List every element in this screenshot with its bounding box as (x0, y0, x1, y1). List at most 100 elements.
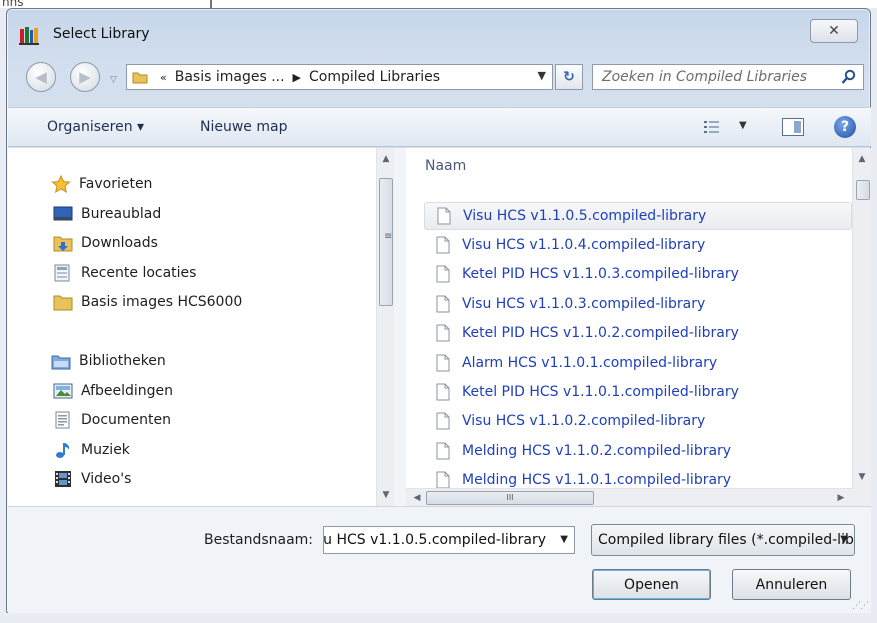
file-row[interactable]: Melding HCS v1.1.0.2.compiled-library (424, 437, 852, 465)
search-icon[interactable] (841, 69, 857, 85)
file-row[interactable]: Ketel PID HCS v1.1.0.2.compiled-library (424, 319, 852, 347)
refresh-icon: ↻ (563, 69, 575, 85)
nav-item-documents[interactable]: Documenten (53, 409, 171, 431)
nav-item-music[interactable]: Muziek (53, 439, 130, 461)
open-button[interactable]: Openen (592, 569, 711, 600)
nav-item-label: Downloads (81, 235, 158, 251)
file-name: Visu HCS v1.1.0.5.compiled-library (463, 208, 707, 224)
navigation-scrollbar[interactable]: ▲ ≡ ▼ (376, 148, 394, 506)
forward-button[interactable]: ▶ (70, 62, 100, 92)
file-name: Melding HCS v1.1.0.1.compiled-library (462, 472, 732, 488)
view-options-icon[interactable] (703, 119, 721, 135)
nav-item-label: Recente locaties (81, 265, 197, 281)
scroll-up-arrow-icon[interactable]: ▲ (377, 150, 395, 168)
scroll-down-arrow-icon[interactable]: ▼ (377, 486, 395, 504)
filename-input[interactable]: Visu HCS v1.1.0.5.compiled-library (324, 532, 546, 548)
file-row[interactable]: Visu HCS v1.1.0.3.compiled-library (424, 290, 852, 318)
nav-item-videos[interactable]: Video's (53, 468, 131, 490)
star-icon (51, 175, 71, 193)
file-row[interactable]: Visu HCS v1.1.0.2.compiled-library (424, 407, 852, 435)
file-name: Visu HCS v1.1.0.3.compiled-library (462, 296, 706, 312)
scroll-up-arrow-icon[interactable]: ▲ (853, 150, 871, 168)
scroll-left-arrow-icon[interactable]: ◀ (408, 489, 426, 507)
file-type-value: Compiled library files (*.compiled-libra… (598, 532, 854, 548)
file-row[interactable]: Visu HCS v1.1.0.5.compiled-library (424, 202, 852, 230)
nav-item-label: Video's (81, 471, 132, 487)
cancel-button[interactable]: Annuleren (732, 569, 851, 600)
breadcrumb-compiled-libraries[interactable]: Compiled Libraries (309, 69, 440, 85)
file-name: Melding HCS v1.1.0.2.compiled-library (462, 443, 732, 459)
nav-libraries[interactable]: Bibliotheken (51, 350, 166, 372)
address-dropdown-icon[interactable]: ▼ (538, 69, 546, 82)
command-bar: Organiseren ▾ Nieuwe map ▼ ? (8, 107, 871, 147)
file-icon (436, 354, 450, 372)
file-list-horizontal-scrollbar[interactable]: ◀ III ▶ (406, 488, 852, 506)
documents-icon (55, 411, 70, 429)
file-icon (436, 265, 450, 283)
resize-grip-icon[interactable]: ⋰⋰ (852, 601, 869, 611)
refresh-button[interactable]: ↻ (555, 64, 583, 90)
file-name: Alarm HCS v1.1.0.1.compiled-library (462, 355, 718, 371)
film-strip-icon (55, 471, 71, 487)
nav-favorites-label: Favorieten (79, 176, 153, 192)
folder-icon (132, 72, 148, 84)
pictures-icon (53, 383, 73, 399)
search-input[interactable]: Zoeken in Compiled Libraries (602, 69, 807, 85)
file-icon (437, 207, 451, 225)
preview-pane-icon[interactable] (782, 118, 804, 136)
nav-libraries-label: Bibliotheken (79, 353, 166, 369)
horizontal-scroll-thumb[interactable]: III (426, 491, 594, 505)
close-button[interactable]: ✕ (810, 19, 858, 43)
nav-item-basis-images[interactable]: Basis images HCS6000 (53, 291, 242, 313)
file-row[interactable]: Melding HCS v1.1.0.1.compiled-library (424, 466, 852, 488)
file-row[interactable]: Ketel PID HCS v1.1.0.3.compiled-library (424, 260, 852, 288)
breadcrumb-separator-icon[interactable]: ▶ (293, 71, 301, 84)
nav-item-label: Basis images HCS6000 (81, 294, 243, 310)
nav-item-recent-places[interactable]: Recente locaties (53, 262, 196, 284)
scroll-right-arrow-icon[interactable]: ▶ (832, 489, 850, 507)
grip-icon: ≡ (384, 231, 393, 242)
filename-label: Bestandsnaam: (204, 532, 314, 548)
file-list-vertical-scrollbar[interactable]: ▲ ▼ (852, 148, 871, 488)
breadcrumb-overflow[interactable]: « (160, 71, 167, 84)
file-type-dropdown-icon[interactable]: ▼ (840, 534, 848, 545)
file-list: Naam Visu HCS v1.1.0.5.compiled-library … (406, 148, 852, 488)
nav-favorites[interactable]: Favorieten (51, 173, 152, 195)
file-icon (436, 295, 450, 313)
column-header-name[interactable]: Naam (425, 158, 466, 174)
back-button[interactable]: ◀ (26, 62, 56, 92)
file-name: Ketel PID HCS v1.1.0.1.compiled-library (462, 384, 739, 400)
file-name: Visu HCS v1.1.0.2.compiled-library (462, 413, 706, 429)
back-arrow-icon: ◀ (35, 68, 47, 86)
file-name: Ketel PID HCS v1.1.0.3.compiled-library (462, 266, 739, 282)
scroll-down-arrow-icon[interactable]: ▼ (853, 468, 871, 486)
file-name: Ketel PID HCS v1.1.0.2.compiled-library (462, 325, 739, 341)
scroll-thumb[interactable] (856, 180, 870, 200)
file-row[interactable]: Ketel PID HCS v1.1.0.1.compiled-library (424, 378, 852, 406)
nav-item-pictures[interactable]: Afbeeldingen (53, 380, 173, 402)
filename-dropdown-icon[interactable]: ▼ (560, 534, 568, 545)
new-folder-button[interactable]: Nieuwe map (200, 119, 287, 135)
nav-item-desktop[interactable]: Bureaublad (53, 203, 161, 225)
search-box[interactable]: Zoeken in Compiled Libraries (592, 64, 864, 90)
breadcrumb-basis-images[interactable]: Basis images ... (175, 69, 285, 85)
scroll-thumb[interactable]: ≡ (379, 178, 393, 306)
help-icon[interactable]: ? (834, 116, 856, 138)
recent-pages-dropdown-icon[interactable]: ▽ (110, 75, 117, 85)
file-type-filter[interactable]: Compiled library files (*.compiled-libra… (591, 524, 855, 556)
filename-combobox[interactable]: Visu HCS v1.1.0.5.compiled-library ▼ (323, 526, 575, 554)
title-bar[interactable]: Select Library ✕ (7, 9, 870, 53)
select-library-dialog: Select Library ✕ ◀ ▶ ▽ « Basis images ..… (6, 8, 871, 613)
file-icon (436, 236, 450, 254)
nav-item-downloads[interactable]: Downloads (53, 232, 158, 254)
file-row[interactable]: Visu HCS v1.1.0.4.compiled-library (424, 231, 852, 259)
view-dropdown-icon[interactable]: ▼ (739, 120, 747, 131)
file-icon (436, 442, 450, 460)
pane-splitter[interactable] (394, 148, 406, 506)
folder-icon (53, 295, 73, 311)
address-bar[interactable]: « Basis images ... ▶ Compiled Libraries … (126, 64, 553, 90)
file-row[interactable]: Alarm HCS v1.1.0.1.compiled-library (424, 349, 852, 377)
scrollbar-corner (852, 488, 871, 506)
organize-button[interactable]: Organiseren ▾ (47, 119, 144, 135)
forward-arrow-icon: ▶ (79, 68, 91, 86)
